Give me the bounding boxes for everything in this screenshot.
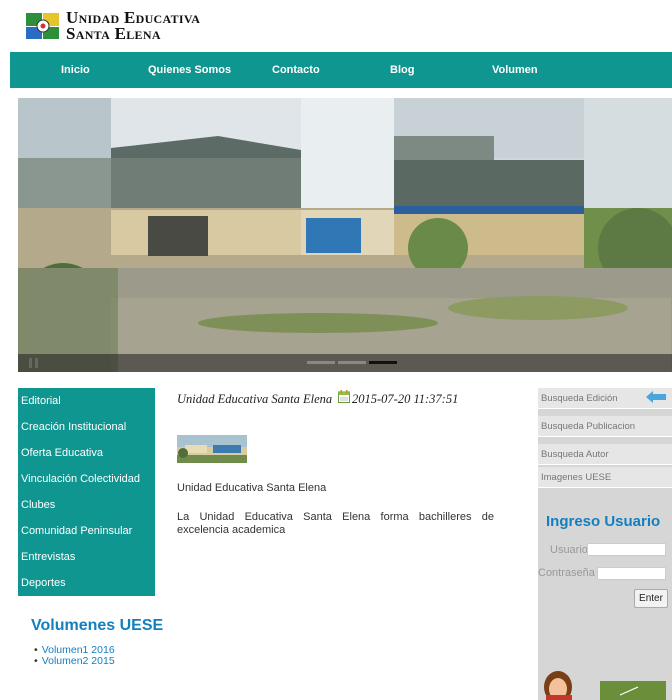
sidebar-item-clubes[interactable]: Clubes [18, 492, 155, 518]
slider-dot-1[interactable] [307, 361, 335, 364]
search-by-edition[interactable]: Busqueda Edición [538, 388, 672, 409]
sidebar-item-editorial[interactable]: Editorial [18, 388, 155, 414]
site-header: Unidad Educativa Santa Elena [0, 0, 672, 50]
article-thumbnail[interactable] [177, 435, 247, 463]
article-body: La Unidad Educativa Santa Elena forma ba… [177, 511, 494, 536]
login-title: Ingreso Usuario [546, 513, 661, 530]
cartoon-teacher-image [544, 671, 666, 700]
search-by-edition-label: Busqueda Edición [541, 393, 618, 404]
article-date: 2015-07-20 11:37:51 [352, 392, 459, 406]
sidebar-item-deportes[interactable]: Deportes [18, 570, 155, 596]
sidebar-item-creacion-institucional[interactable]: Creación Institucional [18, 414, 155, 440]
images-uese[interactable]: Imagenes UESE [538, 467, 672, 488]
nav-blog[interactable]: Blog [390, 64, 414, 76]
sidebar-item-comunidad-peninsular[interactable]: Comunidad Peninsular [18, 518, 155, 544]
school-logo-icon[interactable] [25, 11, 61, 41]
slider-image [18, 98, 672, 372]
search-by-author[interactable]: Busqueda Autor [538, 444, 672, 465]
enter-button[interactable]: Enter [634, 589, 668, 608]
pause-icon[interactable] [26, 358, 44, 368]
slider-dot-3[interactable] [369, 361, 397, 364]
sidebar-item-oferta-educativa[interactable]: Oferta Educativa [18, 440, 155, 466]
sidebar-item-vinculacion-colectividad[interactable]: Vinculación Colectividad [18, 466, 155, 492]
main-nav: Inicio Quienes Somos Contacto Blog Volum… [10, 52, 672, 88]
search-by-publication[interactable]: Busqueda Publicacion [538, 416, 672, 437]
sidebar-item-entrevistas[interactable]: Entrevistas [18, 544, 155, 570]
calendar-icon [338, 390, 350, 403]
username-input[interactable] [587, 543, 666, 556]
article-title[interactable]: Unidad Educativa Santa Elena [177, 392, 332, 407]
password-label: Contraseña [538, 567, 595, 579]
sidebar-menu: Editorial Creación Institucional Oferta … [18, 388, 155, 596]
slider-controls [18, 354, 672, 372]
nav-inicio[interactable]: Inicio [61, 64, 90, 76]
password-input[interactable] [597, 567, 666, 580]
username-label: Usuario [550, 544, 588, 556]
volumes-list: Volumen1 2016 Volumen2 2015 [34, 645, 115, 667]
arrow-left-icon [646, 391, 666, 403]
volumes-title: Volumenes UESE [31, 617, 164, 634]
nav-volumen[interactable]: Volumen [492, 64, 538, 76]
nav-quienes-somos[interactable]: Quienes Somos [148, 64, 231, 76]
school-name-line2: Santa Elena [66, 24, 161, 43]
school-name[interactable]: Unidad Educativa Santa Elena [66, 9, 200, 43]
article-subtitle: Unidad Educativa Santa Elena [177, 482, 327, 494]
slider-dot-2[interactable] [338, 361, 366, 364]
list-item: Volumen2 2015 [34, 656, 115, 667]
image-slider[interactable] [18, 98, 672, 372]
nav-contacto[interactable]: Contacto [272, 64, 320, 76]
volume-link-2[interactable]: Volumen2 2015 [42, 655, 115, 667]
